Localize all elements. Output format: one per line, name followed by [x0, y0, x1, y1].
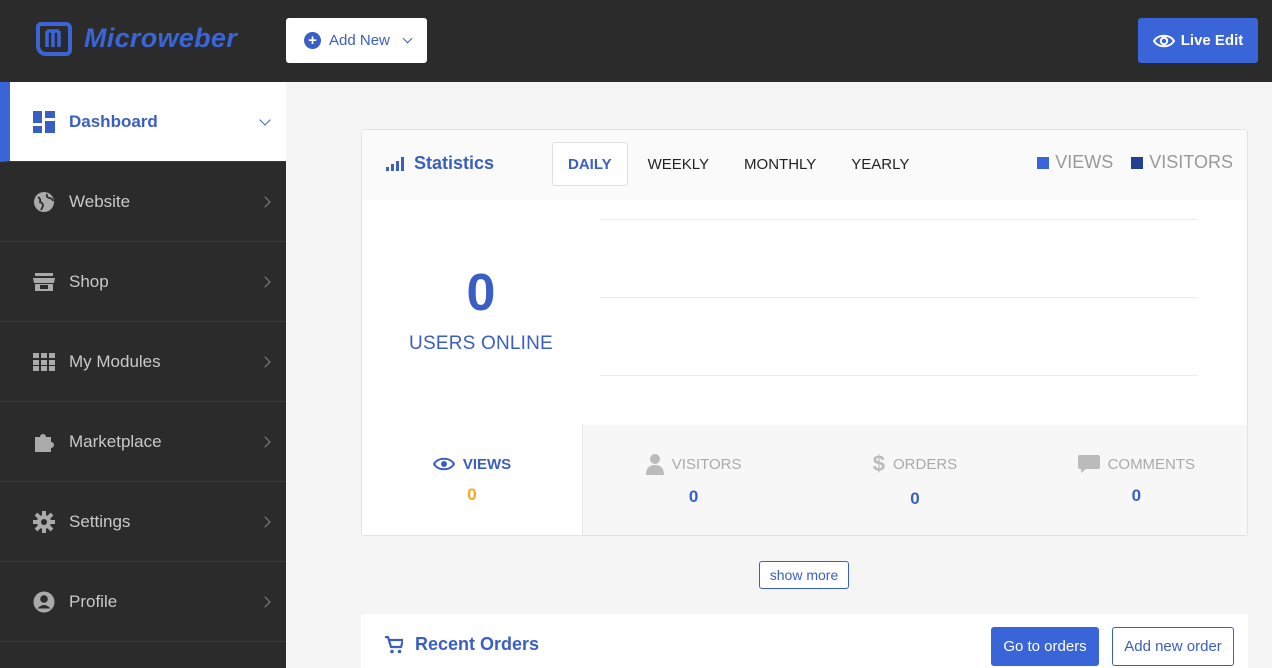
chevron-right-icon	[259, 276, 271, 288]
top-bar: Microweber + Add New Live Edit	[0, 0, 1272, 82]
summary-label: COMMENTS	[1107, 455, 1196, 473]
chevron-right-icon	[259, 596, 271, 608]
legend-label: VIEWS	[1055, 152, 1114, 172]
eye-icon	[432, 457, 455, 471]
legend-item-views[interactable]: VIEWS	[1037, 152, 1113, 173]
add-new-order-button[interactable]: Add new order	[1112, 627, 1234, 666]
sidebar-item-label: Website	[69, 191, 131, 211]
sidebar-item-label: Settings	[69, 511, 131, 531]
summary-orders[interactable]: $ ORDERS 0	[804, 425, 1025, 535]
dollar-icon: $	[872, 451, 886, 476]
sidebar-item-profile[interactable]: Profile	[0, 562, 286, 642]
sidebar-item-label: Profile	[69, 591, 118, 611]
period-tabs: DAILY WEEKLY MONTHLY YEARLY	[552, 142, 929, 186]
sidebar-item-my-modules[interactable]: My Modules	[0, 322, 286, 402]
comment-icon	[1077, 455, 1100, 473]
users-online-label: USERS ONLINE	[409, 333, 553, 354]
chevron-right-icon	[259, 356, 271, 368]
sidebar-item-website[interactable]: Website	[0, 162, 286, 242]
summary-label: VIEWS	[462, 455, 512, 473]
sidebar-item-label: Marketplace	[69, 431, 162, 451]
summary-label: VISITORS	[671, 455, 742, 473]
recent-orders-title-text: Recent Orders	[415, 634, 540, 654]
summary-value: 0	[688, 487, 699, 506]
summary-visitors[interactable]: VISITORS 0	[583, 425, 804, 535]
live-edit-button[interactable]: Live Edit	[1138, 18, 1258, 63]
statistics-title-text: Statistics	[414, 153, 495, 173]
chevron-down-icon	[259, 114, 271, 126]
plus-circle-icon: +	[304, 32, 321, 49]
go-to-orders-button[interactable]: Go to orders	[991, 627, 1099, 666]
statistics-card: Statistics DAILY WEEKLY MONTHLY YEARLY V…	[361, 129, 1248, 536]
sidebar-item-shop[interactable]: Shop	[0, 242, 286, 322]
legend-swatch	[1131, 156, 1144, 169]
signal-bars-icon	[386, 156, 404, 171]
statistics-summary: VIEWS 0 VISITORS 0 $ ORDERS 0 COMMENTS 0	[362, 425, 1247, 535]
logo-text: Microweber	[84, 22, 238, 53]
show-more-button[interactable]: show more	[759, 561, 849, 589]
store-icon	[33, 271, 55, 293]
add-new-label: Add New	[329, 32, 390, 49]
live-edit-label: Live Edit	[1180, 32, 1244, 49]
summary-value: 0	[910, 489, 920, 508]
summary-label: ORDERS	[893, 455, 958, 473]
chart-gridline	[600, 219, 1198, 220]
statistics-title: Statistics	[386, 153, 494, 174]
chevron-right-icon	[259, 436, 271, 448]
sidebar-item-settings[interactable]: Settings	[0, 482, 286, 562]
user-circle-icon	[33, 591, 55, 613]
tab-weekly[interactable]: WEEKLY	[633, 142, 724, 186]
chart-gridline	[600, 375, 1198, 376]
user-icon	[645, 454, 664, 475]
users-online: 0 USERS ONLINE	[362, 265, 600, 355]
legend-label: VISITORS	[1149, 152, 1233, 172]
grid-icon	[33, 351, 55, 373]
gear-icon	[33, 510, 55, 533]
recent-orders-title: Recent Orders	[385, 634, 539, 655]
shopping-cart-icon	[385, 635, 403, 653]
sidebar-item-label: Dashboard	[69, 111, 158, 131]
chevron-right-icon	[259, 196, 271, 208]
puzzle-icon	[33, 431, 55, 453]
globe-icon	[33, 191, 55, 213]
eye-icon	[1152, 34, 1175, 47]
sidebar: Dashboard Website Shop My Modules Market…	[0, 82, 286, 668]
summary-value: 0	[467, 484, 477, 504]
tab-yearly[interactable]: YEARLY	[836, 142, 924, 186]
chart-gridline	[600, 297, 1198, 298]
summary-comments[interactable]: COMMENTS 0	[1026, 425, 1247, 535]
logo[interactable]: Microweber	[34, 18, 237, 58]
summary-value: 0	[1131, 486, 1142, 505]
recent-orders-card: Recent Orders Go to orders Add new order	[361, 614, 1248, 668]
microweber-logo-icon	[36, 22, 72, 56]
sidebar-item-marketplace[interactable]: Marketplace	[0, 402, 286, 482]
add-new-button[interactable]: + Add New	[286, 18, 427, 63]
tab-daily[interactable]: DAILY	[552, 142, 628, 186]
statistics-header: Statistics DAILY WEEKLY MONTHLY YEARLY V…	[362, 130, 1247, 200]
chart-legend: VIEWS VISITORS	[1027, 152, 1233, 173]
dashboard-icon	[33, 110, 55, 133]
users-online-count: 0	[466, 264, 496, 322]
summary-views[interactable]: VIEWS 0	[362, 425, 583, 535]
sidebar-item-label: Shop	[69, 271, 109, 291]
tab-monthly[interactable]: MONTHLY	[729, 142, 831, 186]
legend-item-visitors[interactable]: VISITORS	[1131, 152, 1233, 173]
legend-swatch	[1037, 156, 1050, 169]
chevron-right-icon	[259, 516, 271, 528]
chevron-down-icon	[402, 33, 413, 44]
sidebar-item-label: My Modules	[69, 351, 161, 371]
sidebar-item-dashboard[interactable]: Dashboard	[0, 82, 286, 162]
